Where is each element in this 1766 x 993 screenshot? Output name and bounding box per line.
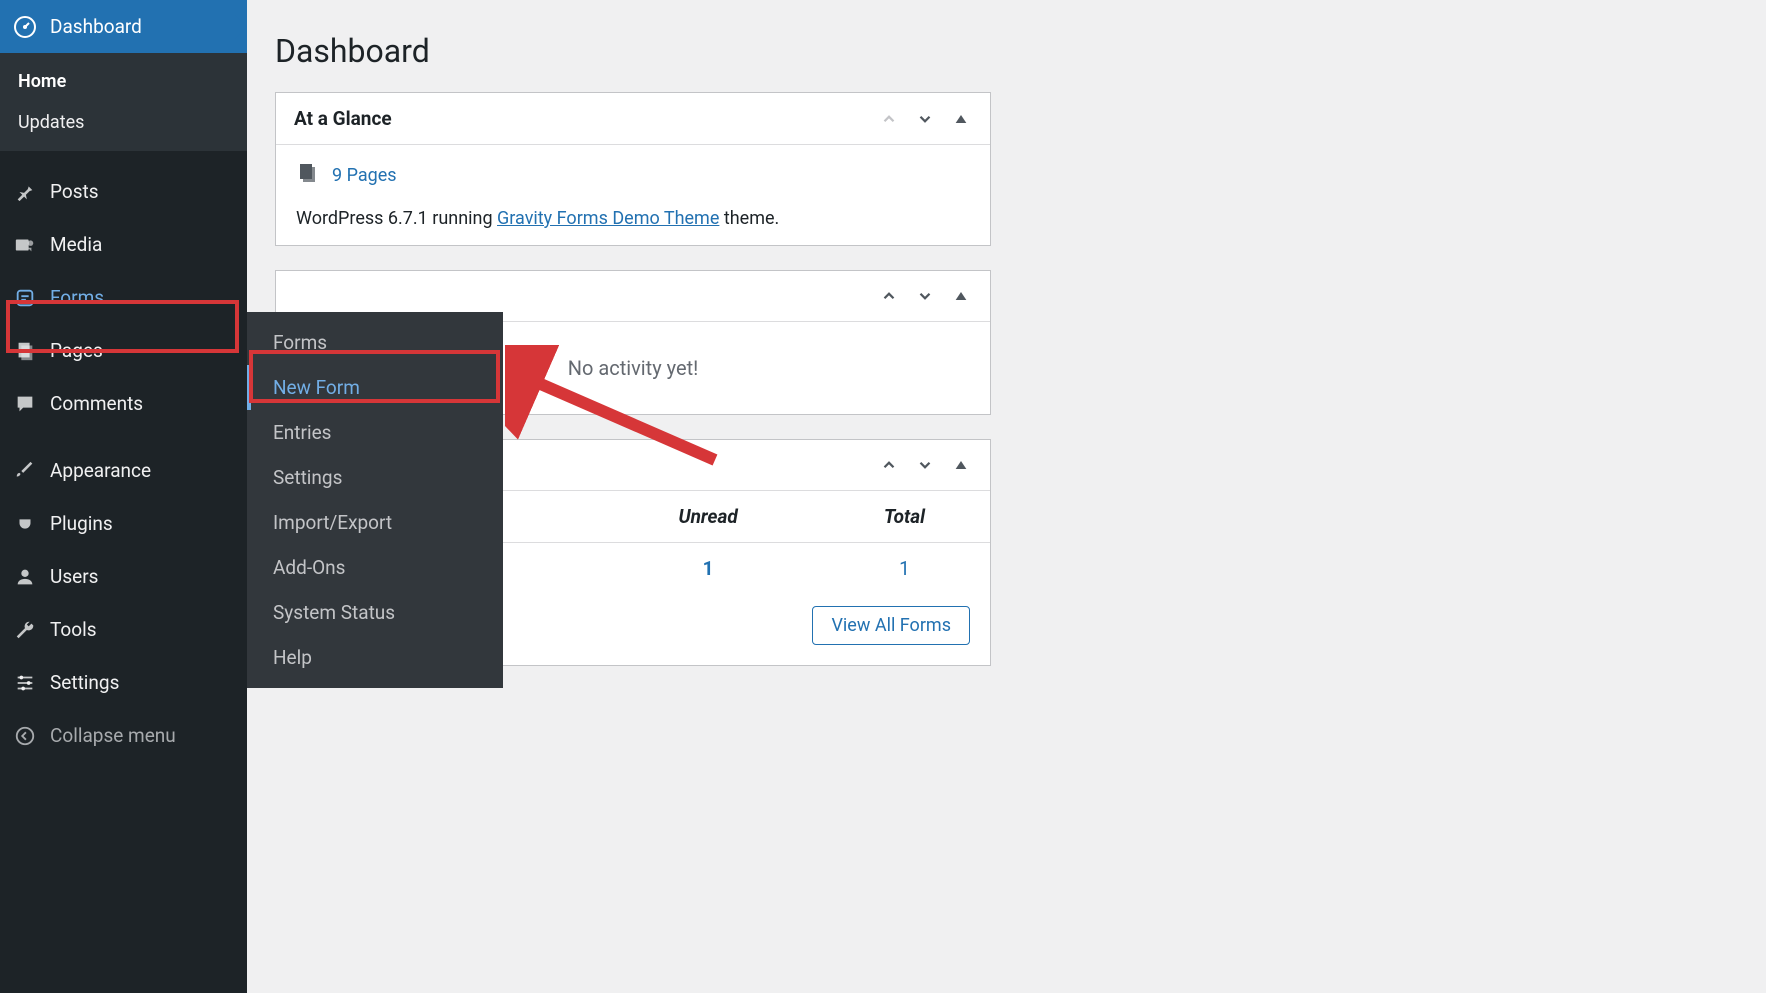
- view-all-forms-button[interactable]: View All Forms: [812, 606, 970, 645]
- sidebar-item-plugins[interactable]: Plugins: [0, 497, 247, 550]
- panel-move-up-icon[interactable]: [878, 285, 900, 307]
- panel-at-a-glance: At a Glance 9 Pages WordPress 6.7.1 runn…: [275, 92, 991, 246]
- submenu-settings[interactable]: Settings: [247, 455, 503, 500]
- panel-body: 9 Pages WordPress 6.7.1 running Gravity …: [276, 145, 990, 245]
- sidebar-item-media[interactable]: Media: [0, 218, 247, 271]
- comment-icon: [12, 391, 38, 417]
- submenu-new-form[interactable]: New Form: [247, 365, 503, 410]
- forms-submenu: Forms New Form Entries Settings Import/E…: [247, 312, 503, 688]
- sidebar-item-label: Plugins: [50, 512, 113, 535]
- dashboard-icon: [12, 14, 38, 40]
- sidebar-item-settings[interactable]: Settings: [0, 656, 247, 709]
- panel-controls: [878, 285, 972, 307]
- submenu-system-status[interactable]: System Status: [247, 590, 503, 635]
- sidebar-item-appearance[interactable]: Appearance: [0, 444, 247, 497]
- wrench-icon: [12, 617, 38, 643]
- sidebar-item-label: Dashboard: [50, 15, 142, 38]
- sidebar-subitem-home[interactable]: Home: [0, 61, 247, 102]
- sidebar-item-label: Media: [50, 233, 102, 256]
- sliders-icon: [12, 670, 38, 696]
- panel-controls: [878, 108, 972, 130]
- pages-link[interactable]: 9 Pages: [332, 165, 397, 186]
- wp-version-text: WordPress 6.7.1 running Gravity Forms De…: [296, 208, 970, 229]
- submenu-help[interactable]: Help: [247, 635, 503, 680]
- sidebar-item-forms[interactable]: Forms: [0, 271, 247, 324]
- sidebar-item-label: Appearance: [50, 459, 151, 482]
- sidebar-item-pages[interactable]: Pages: [0, 324, 247, 377]
- media-icon: [12, 232, 38, 258]
- page-title: Dashboard: [275, 32, 1738, 70]
- theme-link[interactable]: Gravity Forms Demo Theme: [497, 208, 719, 229]
- col-total: Total: [819, 491, 990, 543]
- plug-icon: [12, 511, 38, 537]
- sidebar-item-label: Collapse menu: [50, 724, 176, 747]
- total-value[interactable]: 1: [819, 543, 990, 595]
- sidebar-item-label: Tools: [50, 618, 97, 641]
- pin-icon: [12, 179, 38, 205]
- collapse-icon: [12, 723, 38, 749]
- admin-sidebar: Dashboard Home Updates Posts Media Forms…: [0, 0, 247, 993]
- panel-move-up-icon[interactable]: [878, 454, 900, 476]
- sidebar-item-tools[interactable]: Tools: [0, 603, 247, 656]
- sidebar-item-label: Settings: [50, 671, 119, 694]
- sidebar-item-collapse[interactable]: Collapse menu: [0, 709, 247, 762]
- sidebar-item-label: Posts: [50, 180, 99, 203]
- submenu-entries[interactable]: Entries: [247, 410, 503, 455]
- brush-icon: [12, 458, 38, 484]
- pages-stack-icon: [296, 161, 320, 190]
- sidebar-item-dashboard[interactable]: Dashboard: [0, 0, 247, 53]
- dashboard-subitems: Home Updates: [0, 53, 247, 151]
- pages-icon: [12, 338, 38, 364]
- sidebar-item-posts[interactable]: Posts: [0, 165, 247, 218]
- panel-move-down-icon[interactable]: [914, 285, 936, 307]
- sidebar-item-users[interactable]: Users: [0, 550, 247, 603]
- submenu-forms[interactable]: Forms: [247, 320, 503, 365]
- sidebar-item-label: Users: [50, 565, 98, 588]
- panel-toggle-icon[interactable]: [950, 285, 972, 307]
- panel-controls: [878, 454, 972, 476]
- submenu-import-export[interactable]: Import/Export: [247, 500, 503, 545]
- sidebar-item-label: Forms: [50, 286, 104, 309]
- panel-header: At a Glance: [276, 93, 990, 145]
- panel-toggle-icon[interactable]: [950, 454, 972, 476]
- submenu-addons[interactable]: Add-Ons: [247, 545, 503, 590]
- panel-move-up-icon[interactable]: [878, 108, 900, 130]
- user-icon: [12, 564, 38, 590]
- sidebar-item-label: Comments: [50, 392, 143, 415]
- forms-icon: [12, 285, 38, 311]
- sidebar-item-label: Pages: [50, 339, 103, 362]
- panel-toggle-icon[interactable]: [950, 108, 972, 130]
- panel-title: At a Glance: [294, 107, 392, 130]
- sidebar-item-comments[interactable]: Comments: [0, 377, 247, 430]
- panel-move-down-icon[interactable]: [914, 454, 936, 476]
- panel-move-down-icon[interactable]: [914, 108, 936, 130]
- sidebar-subitem-updates[interactable]: Updates: [0, 102, 247, 143]
- unread-value[interactable]: 1: [597, 543, 819, 595]
- col-unread: Unread: [597, 491, 819, 543]
